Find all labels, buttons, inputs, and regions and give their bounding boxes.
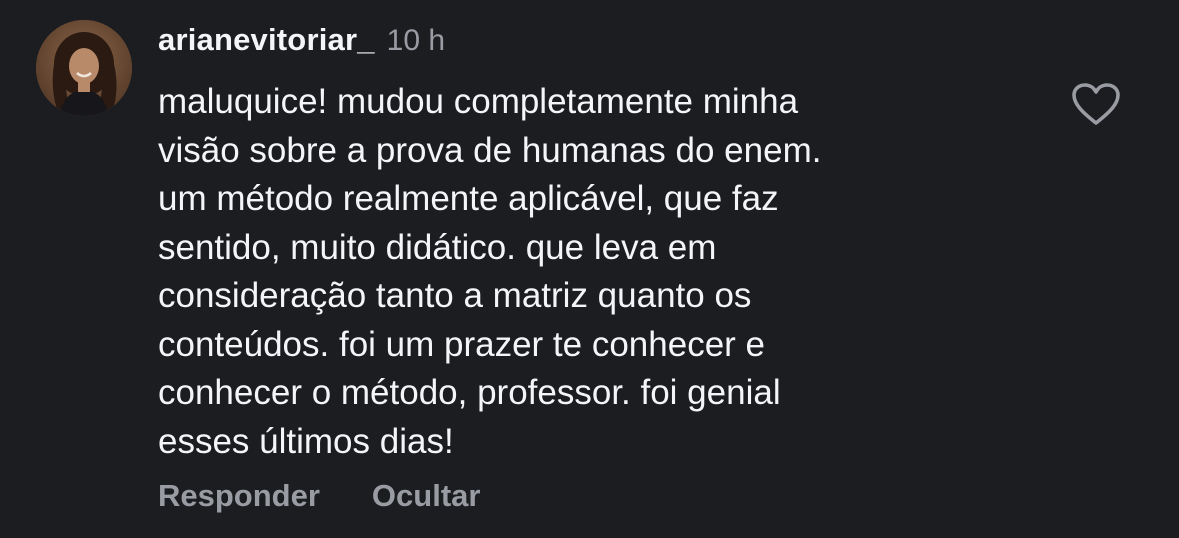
comment: arianevitoriar_ 10 h maluquice! mudou co… (0, 0, 1179, 538)
comment-header: arianevitoriar_ 10 h (158, 22, 445, 66)
comment-actions: Responder Ocultar (158, 478, 480, 514)
heart-outline-icon (1072, 83, 1120, 125)
avatar[interactable] (36, 20, 132, 116)
hide-button[interactable]: Ocultar (372, 478, 481, 514)
timestamp: 10 h (386, 24, 446, 57)
username-link[interactable]: arianevitoriar_ (158, 22, 375, 58)
profile-photo (36, 20, 132, 116)
comment-text: maluquice! mudou completamente minha vis… (158, 82, 822, 461)
reply-button[interactable]: Responder (158, 478, 320, 514)
like-button[interactable] (1068, 80, 1124, 128)
